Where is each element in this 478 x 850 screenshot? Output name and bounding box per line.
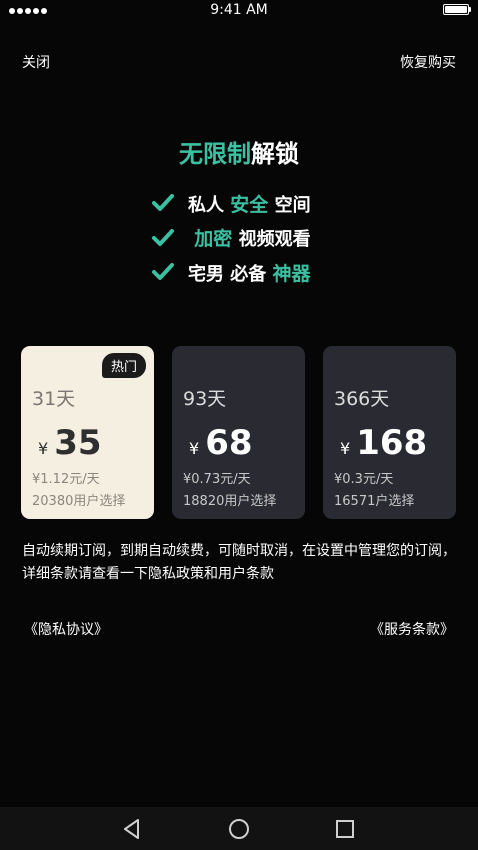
plan-per-day: ¥0.3元/天 <box>334 472 394 487</box>
plan-per-day: ¥1.12元/天 <box>32 472 100 487</box>
system-nav-bar <box>0 807 478 850</box>
currency-symbol: ¥ <box>340 439 351 458</box>
title-accent: 无限制 <box>179 140 251 168</box>
feature-text: 加密 视频观看 <box>194 228 311 251</box>
feature-list: 私人 安全 空间 加密 视频观看 宅男 必备 神器 <box>150 186 311 290</box>
status-time: 9:41 AM <box>210 2 268 18</box>
plan-user-count: 18820用户选择 <box>183 494 277 509</box>
close-button[interactable]: 关闭 <box>22 52 50 72</box>
plan-duration: 366天 <box>334 388 390 410</box>
home-circle-icon[interactable] <box>225 815 253 843</box>
battery-icon <box>443 4 471 16</box>
plan-price: 68 <box>205 423 253 463</box>
plan-card-366-days[interactable]: 366天 ¥ 168 ¥0.3元/天 16571户选择 <box>323 346 456 519</box>
status-bar: 9:41 AM <box>0 0 478 22</box>
plan-list: 热门 31天 ¥ 35 ¥1.12元/天 20380用户选择 93天 ¥ 68 … <box>21 346 456 519</box>
currency-symbol: ¥ <box>38 439 49 458</box>
hot-badge: 热门 <box>101 353 146 378</box>
check-icon <box>150 191 176 215</box>
back-triangle-icon[interactable] <box>118 815 146 843</box>
plan-price: 168 <box>356 423 428 463</box>
subscription-terms: 自动续期订阅，到期自动续费，可随时取消，在设置中管理您的订阅，详细条款请查看一下… <box>22 543 456 582</box>
feature-item: 私人 安全 空间 <box>150 186 311 221</box>
plan-price-row: ¥ 68 <box>189 424 305 462</box>
feature-text: 宅男 必备 神器 <box>188 262 311 285</box>
feature-item: 加密 视频观看 <box>150 221 311 256</box>
plan-price-row: ¥ 168 <box>340 424 456 462</box>
terms-of-service-link[interactable]: 《服务条款》 <box>370 619 454 639</box>
plan-price: 35 <box>54 423 102 463</box>
restore-purchase-button[interactable]: 恢复购买 <box>400 52 456 72</box>
currency-symbol: ¥ <box>189 439 200 458</box>
page-title: 无限制解锁 <box>0 134 478 169</box>
plan-card-31-days[interactable]: 热门 31天 ¥ 35 ¥1.12元/天 20380用户选择 <box>21 346 154 519</box>
plan-user-count: 16571户选择 <box>334 494 415 509</box>
plan-per-day: ¥0.73元/天 <box>183 472 251 487</box>
plan-duration: 31天 <box>32 388 76 410</box>
plan-card-93-days[interactable]: 93天 ¥ 68 ¥0.73元/天 18820用户选择 <box>172 346 305 519</box>
plan-duration: 93天 <box>183 388 227 410</box>
title-rest: 解锁 <box>251 140 299 168</box>
plan-price-row: ¥ 35 <box>38 424 154 462</box>
check-icon <box>150 226 176 250</box>
subscription-screen: 9:41 AM 关闭 恢复购买 无限制解锁 私人 安全 空间 加密 视频观看 宅… <box>0 0 478 850</box>
recent-square-icon[interactable] <box>331 815 359 843</box>
privacy-policy-link[interactable]: 《隐私协议》 <box>24 619 108 639</box>
feature-item: 宅男 必备 神器 <box>150 255 311 290</box>
plan-user-count: 20380用户选择 <box>32 494 126 509</box>
feature-text: 私人 安全 空间 <box>188 193 311 216</box>
check-icon <box>150 260 176 284</box>
